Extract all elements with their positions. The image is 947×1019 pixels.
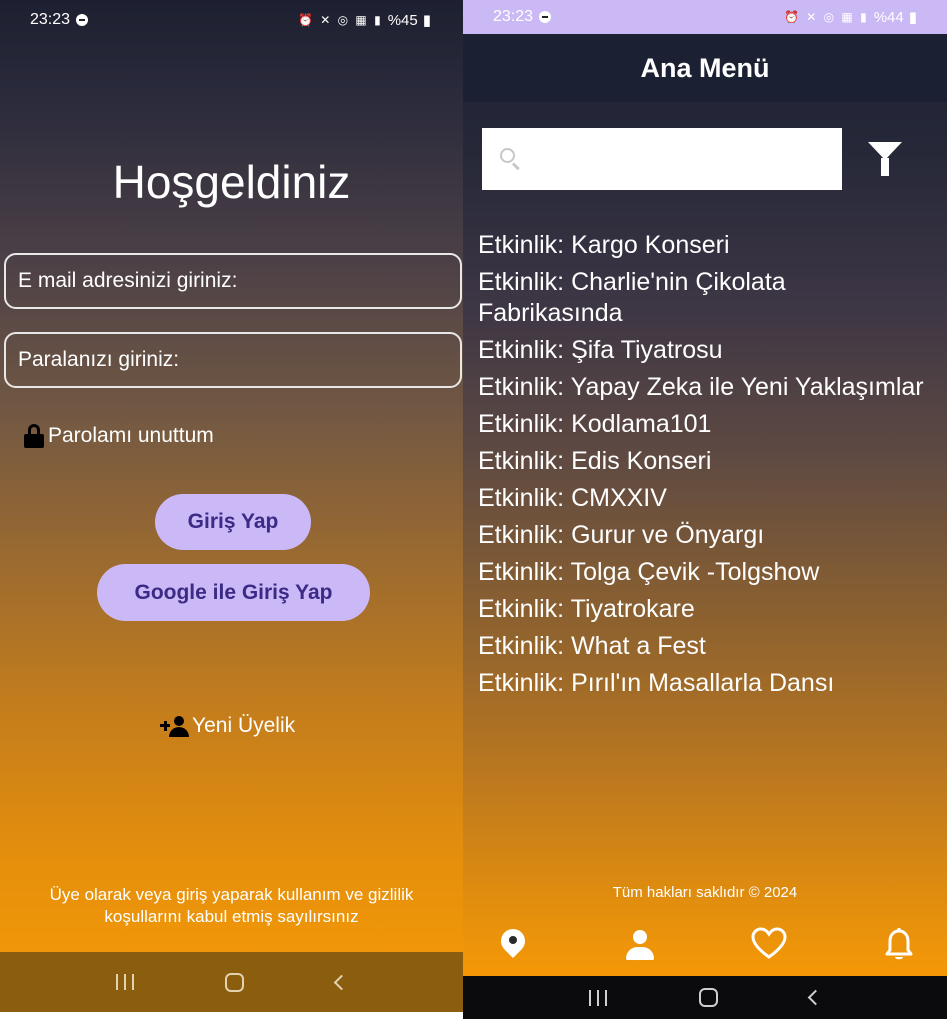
app-bar: Ana Menü xyxy=(463,34,947,102)
status-icons: ⏰ ✕ ◎ ▦ ▮ xyxy=(297,13,383,27)
email-field[interactable]: E mail adresinizi giriniz: xyxy=(4,253,462,309)
list-item[interactable]: Etkinlik: Edis Konseri xyxy=(478,446,933,477)
login-screen: 23:23 ⏰ ✕ ◎ ▦ ▮ %45 ▮ Hoşgeldiniz E mail… xyxy=(0,0,463,1012)
status-time: 23:23 xyxy=(30,11,71,28)
search-icon xyxy=(500,148,522,171)
battery-icon: ▮ xyxy=(908,9,917,26)
list-item[interactable]: Etkinlik: What a Fest xyxy=(478,631,933,662)
list-item[interactable]: Etkinlik: Kodlama101 xyxy=(478,409,933,440)
login-button[interactable]: Giriş Yap xyxy=(155,494,311,550)
back-icon[interactable] xyxy=(807,989,824,1006)
battery-icon: ▮ xyxy=(422,12,431,29)
bottom-nav xyxy=(463,914,947,976)
bell-icon[interactable] xyxy=(884,927,914,963)
main-menu-screen: 23:23 ⏰ ✕ ◎ ▦ ▮ %44 ▮ Ana Menü Etkinlik:… xyxy=(463,0,947,1019)
list-item[interactable]: Etkinlik: Kargo Konseri xyxy=(478,230,933,261)
search-input[interactable] xyxy=(522,128,842,190)
do-not-disturb-icon xyxy=(76,14,89,26)
new-member-link[interactable]: Yeni Üyelik xyxy=(160,714,295,738)
status-bar: 23:23 ⏰ ✕ ◎ ▦ ▮ %45 ▮ xyxy=(0,0,463,40)
google-login-button[interactable]: Google ile Giriş Yap xyxy=(97,564,370,621)
copyright-text: Tüm hakları saklıdır © 2024 xyxy=(612,884,798,901)
list-item[interactable]: Etkinlik: CMXXIV xyxy=(478,483,933,514)
list-item[interactable]: Etkinlik: Şifa Tiyatrosu xyxy=(478,335,933,366)
heart-icon[interactable] xyxy=(751,927,787,963)
person-icon[interactable] xyxy=(625,927,655,963)
list-item[interactable]: Etkinlik: Charlie'nin Çikolata Fabrikası… xyxy=(478,267,933,329)
terms-line-2: koşullarını kabul etmiş sayılırsınız xyxy=(104,907,359,926)
terms-line-1: Üye olarak veya giriş yaparak kullanım v… xyxy=(49,885,414,904)
recent-apps-icon[interactable] xyxy=(589,989,607,1006)
battery-level: %45 xyxy=(387,11,418,29)
home-icon[interactable] xyxy=(699,988,718,1007)
list-item[interactable]: Etkinlik: Tolga Çevik -Tolgshow xyxy=(478,557,933,588)
event-list: Etkinlik: Kargo Konseri Etkinlik: Charli… xyxy=(478,230,933,705)
list-item[interactable]: Etkinlik: Gurur ve Önyargı xyxy=(478,520,933,551)
email-placeholder: E mail adresinizi giriniz: xyxy=(18,269,238,292)
password-field[interactable]: Paralanızı giriniz: xyxy=(4,332,462,388)
status-icons: ⏰ ✕ ◎ ▦ ▮ xyxy=(783,10,869,24)
back-icon[interactable] xyxy=(333,974,350,990)
new-member-label: Yeni Üyelik xyxy=(192,714,296,737)
password-placeholder: Paralanızı giriniz: xyxy=(18,348,180,371)
lock-icon xyxy=(24,424,44,448)
list-item[interactable]: Etkinlik: Tiyatrokare xyxy=(478,594,933,625)
status-bar: 23:23 ⏰ ✕ ◎ ▦ ▮ %44 ▮ xyxy=(463,0,947,34)
filter-icon[interactable] xyxy=(868,142,902,178)
page-title: Ana Menü xyxy=(640,52,770,83)
home-icon[interactable] xyxy=(225,972,245,992)
list-item[interactable]: Etkinlik: Yapay Zeka ile Yeni Yaklaşımla… xyxy=(478,372,933,403)
do-not-disturb-icon xyxy=(539,11,552,23)
recent-apps-icon[interactable] xyxy=(115,974,134,990)
system-nav-bar xyxy=(0,952,463,1012)
location-pin-icon[interactable] xyxy=(496,924,530,963)
list-item[interactable]: Etkinlik: Pırıl'ın Masallarla Dansı xyxy=(478,668,933,699)
person-add-icon xyxy=(160,714,190,738)
battery-level: %44 xyxy=(873,8,904,26)
system-nav-bar xyxy=(463,976,947,1019)
forgot-password-link[interactable]: Parolamı unuttum xyxy=(24,424,214,448)
welcome-title: Hoşgeldiniz xyxy=(112,156,351,208)
terms-notice: Üye olarak veya giriş yaparak kullanım v… xyxy=(0,884,463,928)
forgot-password-label: Parolamı unuttum xyxy=(48,424,214,447)
search-bar[interactable] xyxy=(482,128,842,190)
status-time: 23:23 xyxy=(493,8,534,25)
